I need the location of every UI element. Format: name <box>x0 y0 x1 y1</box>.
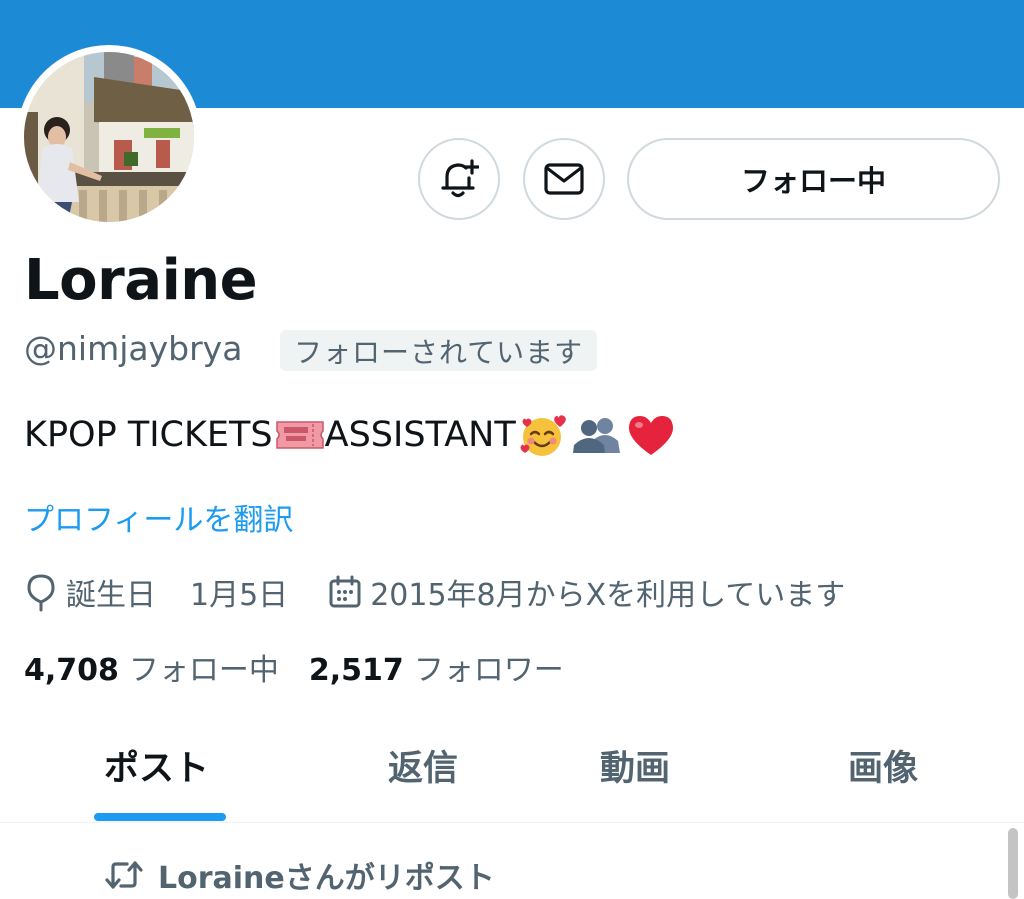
translate-profile-link[interactable]: プロフィールを翻訳 <box>24 495 293 539</box>
red-heart-emoji <box>628 416 673 455</box>
followers-label: フォロワー <box>413 653 564 688</box>
birthday-label: 誕生日 <box>66 578 156 613</box>
profile-meta: 誕生日 1月5日 2015年8月からXを利用しています <box>24 570 845 614</box>
follows-you-badge: フォローされています <box>280 330 598 371</box>
display-name: Loraine <box>24 248 258 313</box>
birthday: 誕生日 1月5日 <box>24 570 288 614</box>
profile-bio: KPOP TICKETS ASSISTANT <box>24 412 676 458</box>
calendar-icon <box>329 575 361 608</box>
bio-text: KPOP TICKETS <box>24 415 273 455</box>
tab-replies[interactable]: 返信 <box>388 740 458 791</box>
following-button[interactable]: フォロー中 <box>627 138 1000 220</box>
active-tab-indicator <box>94 813 226 821</box>
join-date: 2015年8月からXを利用しています <box>328 570 845 614</box>
profile-avatar[interactable] <box>17 45 201 229</box>
notify-button[interactable] <box>418 138 500 220</box>
smiling-face-with-hearts-emoji <box>520 415 566 456</box>
message-button[interactable] <box>523 138 605 220</box>
repost-icon <box>105 861 143 889</box>
following-count: 4,708 <box>24 653 119 688</box>
avatar-photo <box>24 52 194 222</box>
user-handle: @nimjaybrya <box>24 329 243 368</box>
mail-icon <box>544 163 584 195</box>
following-label: フォロー中 <box>128 653 279 688</box>
ticket-emoji <box>275 421 324 449</box>
profile-stats: 4,708 フォロー中 2,517 フォロワー <box>24 645 564 689</box>
silhouettes-emoji <box>572 418 620 453</box>
followers-stat[interactable]: 2,517 フォロワー <box>309 645 564 689</box>
join-date-text: 2015年8月からXを利用しています <box>370 578 846 613</box>
tab-posts[interactable]: ポスト <box>104 740 209 791</box>
repost-context[interactable]: Loraineさんがリポスト <box>104 853 495 897</box>
tabs-divider <box>0 822 1024 823</box>
followers-count: 2,517 <box>308 653 404 688</box>
scrollbar[interactable] <box>1008 828 1018 899</box>
tab-images[interactable]: 画像 <box>848 740 918 791</box>
bell-plus-icon <box>441 159 479 198</box>
birthday-value: 1月5日 <box>190 578 289 613</box>
tab-videos[interactable]: 動画 <box>600 740 670 791</box>
following-stat[interactable]: 4,708 フォロー中 <box>24 645 279 689</box>
bio-text-2: ASSISTANT <box>324 415 516 455</box>
repost-text: Loraineさんがリポスト <box>158 861 495 896</box>
balloon-icon <box>27 574 55 612</box>
